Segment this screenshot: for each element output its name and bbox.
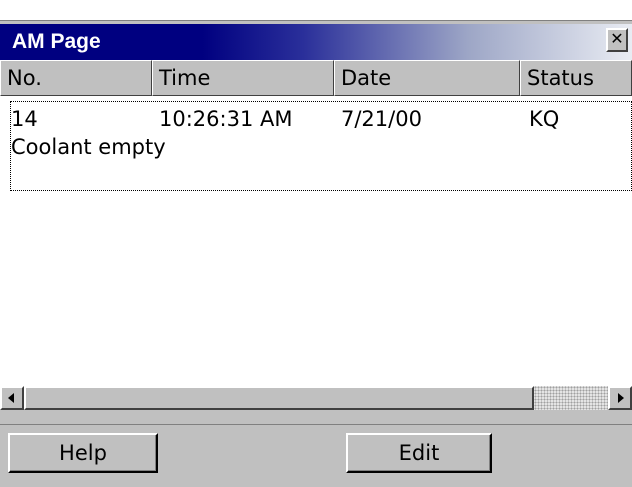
scroll-right-arrow-icon <box>618 393 624 403</box>
edit-button[interactable]: Edit <box>346 433 492 473</box>
window-title: AM Page <box>12 30 101 53</box>
cell-time: 10:26:31 AM <box>159 107 293 131</box>
close-button[interactable]: ✕ <box>606 28 628 52</box>
scroll-thumb[interactable] <box>24 386 534 410</box>
alarm-list[interactable]: No. Time Date Status 14 10:26:31 AM 7/21… <box>0 60 632 424</box>
horizontal-scrollbar[interactable] <box>0 386 632 410</box>
window-top-strip <box>0 0 632 21</box>
column-header-date[interactable]: Date <box>334 60 520 96</box>
scroll-left-button[interactable] <box>0 386 24 410</box>
column-header-time[interactable]: Time <box>152 60 334 96</box>
cell-status: KQ <box>529 107 560 131</box>
list-header: No. Time Date Status <box>0 60 632 96</box>
button-bar: Help Edit <box>0 424 632 487</box>
list-item[interactable]: 14 10:26:31 AM 7/21/00 KQ Coolant empty <box>10 101 632 191</box>
title-bar[interactable]: AM Page ✕ <box>0 24 632 60</box>
column-header-status[interactable]: Status <box>520 60 632 96</box>
cell-message: Coolant empty <box>11 135 166 159</box>
cell-date: 7/21/00 <box>341 107 422 131</box>
scroll-left-arrow-icon <box>8 393 14 403</box>
help-button[interactable]: Help <box>8 433 158 473</box>
column-header-no[interactable]: No. <box>0 60 152 96</box>
scroll-right-button[interactable] <box>608 386 632 410</box>
cell-no: 14 <box>11 107 38 131</box>
panel-divider <box>0 410 632 424</box>
am-page-window: AM Page ✕ No. Time Date Status 14 10:26:… <box>0 0 632 487</box>
close-icon: ✕ <box>610 29 624 48</box>
